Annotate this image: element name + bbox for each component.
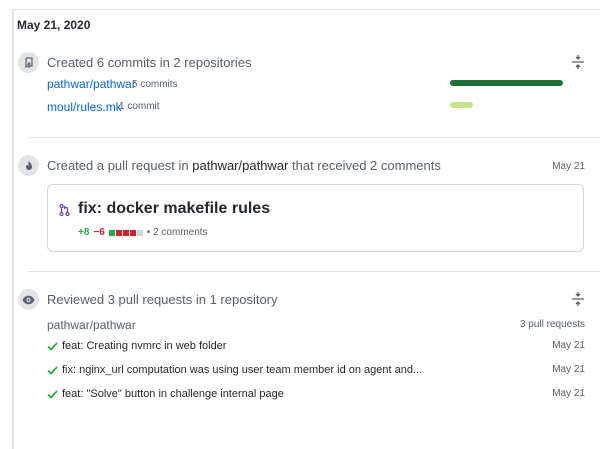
review-list-item[interactable]: feat: "Solve" button in challenge intern… (47, 388, 585, 404)
review-item-date: May 21 (552, 364, 585, 375)
fold-toggle-icon[interactable] (571, 55, 585, 69)
pr-title-suffix: that received 2 comments (288, 158, 441, 173)
review-item-date: May 21 (552, 340, 585, 351)
timeline-line (12, 10, 14, 449)
pr-repo-link[interactable]: pathwar/pathwar (192, 158, 288, 173)
repo-link-rules-mk[interactable]: moul/rules.mk (47, 100, 122, 114)
commit-bar-pathwar (450, 80, 563, 86)
diffstat-block (129, 229, 136, 236)
repo-push-icon (18, 52, 39, 73)
pull-request-title-link[interactable]: fix: docker makefile rules (78, 200, 270, 218)
diffstat-block (108, 229, 115, 236)
deletions-count: −6 (93, 227, 105, 238)
repo-link-pathwar[interactable]: pathwar/pathwar (47, 77, 136, 91)
date-heading: May 21, 2020 (17, 18, 91, 32)
top-border (12, 0, 600, 10)
comments-count[interactable]: • 2 comments (147, 227, 208, 238)
check-icon (47, 366, 58, 378)
diffstat-blocks (108, 229, 143, 236)
additions-count: +8 (78, 227, 90, 238)
repo-commit-count: 1 commit (119, 101, 160, 112)
pull-request-meta: +8 −6 • 2 comments (78, 227, 208, 238)
review-list-item[interactable]: fix: nginx_url computation was using use… (47, 364, 585, 380)
reviews-summary-title: Reviewed 3 pull requests in 1 repository (47, 292, 278, 307)
diffstat-block (115, 229, 122, 236)
review-list-item[interactable]: feat: Creating nvmrc in web folder May 2… (47, 340, 585, 356)
check-icon (47, 390, 58, 402)
pr-date: May 21 (552, 161, 585, 172)
reviewed-pr-count: 3 pull requests (519, 319, 585, 330)
diffstat-block (136, 229, 143, 236)
commits-summary-title: Created 6 commits in 2 repositories (47, 55, 252, 70)
fold-toggle-icon[interactable] (571, 292, 585, 306)
diffstat-block (122, 229, 129, 236)
section-divider (28, 271, 600, 272)
pr-title-prefix: Created a pull request in (47, 158, 193, 173)
pull-request-card: fix: docker makefile rules +8 −6 • 2 com… (47, 184, 584, 252)
section-divider (28, 137, 600, 138)
review-item-date: May 21 (552, 388, 585, 399)
flame-icon (18, 155, 39, 176)
eye-icon (18, 289, 39, 310)
review-item-label[interactable]: feat: "Solve" button in challenge intern… (62, 388, 284, 400)
reviewed-repo-name[interactable]: pathwar/pathwar (47, 318, 136, 332)
review-item-label[interactable]: feat: Creating nvmrc in web folder (62, 340, 226, 352)
check-icon (47, 342, 58, 354)
git-pull-request-icon (59, 203, 70, 221)
commit-bar-rules-mk (450, 102, 473, 108)
pull-request-summary-title: Created a pull request in pathwar/pathwa… (47, 158, 441, 173)
repo-commit-count: 5 commits (132, 79, 178, 90)
review-item-label[interactable]: fix: nginx_url computation was using use… (62, 364, 422, 376)
